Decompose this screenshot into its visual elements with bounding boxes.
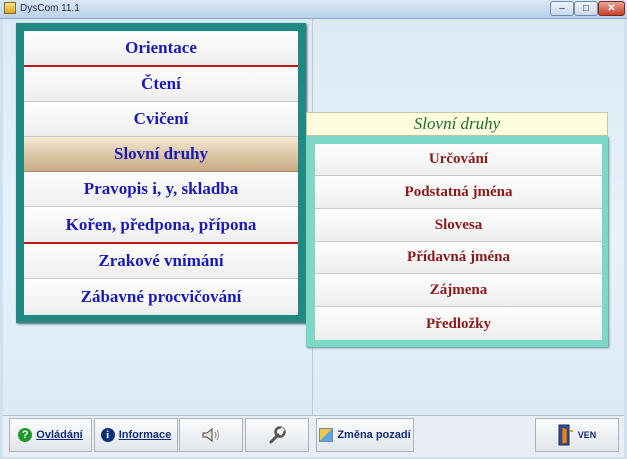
menu-item-zabavne-procvicovani[interactable]: Zábavné procvičování	[24, 279, 298, 315]
main-menu: Orientace Čtení Cvičení Slovní druhy Pra…	[16, 23, 306, 323]
app-icon	[4, 2, 16, 14]
submenu-item-pridavna-jmena[interactable]: Přídavná jména	[315, 242, 602, 274]
menu-item-cviceni[interactable]: Cvičení	[24, 102, 298, 137]
submenu-item-urcovani[interactable]: Určování	[315, 144, 602, 176]
menu-item-koren[interactable]: Kořen, předpona, přípona	[24, 207, 298, 244]
menu-item-orientace[interactable]: Orientace	[24, 31, 298, 67]
close-button[interactable]: ✕	[598, 1, 625, 16]
zmena-pozadi-label: Změna pozadí	[337, 429, 411, 441]
zmena-pozadi-button[interactable]: Změna pozadí	[316, 418, 414, 452]
bottom-toolbar: ? Ovládání i Informace Změna pozadí VEN	[3, 415, 624, 457]
window-title: DysCom 11.1	[20, 3, 80, 14]
submenu-item-podstatna-jmena[interactable]: Podstatná jména	[315, 177, 602, 209]
submenu: Určování Podstatná jména Slovesa Přídavn…	[306, 136, 608, 347]
menu-item-slovni-druhy[interactable]: Slovní druhy	[24, 137, 298, 172]
info-icon: i	[100, 428, 115, 442]
maximize-button[interactable]: □	[574, 1, 598, 16]
submenu-title: Slovní druhy	[306, 112, 608, 136]
informace-label: Informace	[118, 429, 172, 441]
title-bar: DysCom 11.1 – □ ✕	[0, 0, 627, 19]
exit-door-icon	[558, 424, 573, 446]
menu-item-zrakove-vnimani[interactable]: Zrakové vnímání	[24, 244, 298, 279]
submenu-item-predlozky[interactable]: Předložky	[315, 308, 602, 340]
submenu-item-zajmena[interactable]: Zájmena	[315, 275, 602, 307]
minimize-button[interactable]: –	[550, 1, 574, 16]
exit-button[interactable]: VEN	[535, 418, 619, 452]
question-icon: ?	[18, 428, 33, 442]
background-icon	[319, 428, 334, 442]
wrench-icon	[269, 426, 286, 444]
menu-item-pravopis[interactable]: Pravopis i, y, skladba	[24, 172, 298, 207]
exit-label: VEN	[577, 430, 597, 440]
ovladani-label: Ovládání	[36, 429, 83, 441]
submenu-item-slovesa[interactable]: Slovesa	[315, 210, 602, 242]
settings-button[interactable]	[245, 418, 309, 452]
main-menu-list: Orientace Čtení Cvičení Slovní druhy Pra…	[24, 31, 298, 315]
menu-item-cteni[interactable]: Čtení	[24, 67, 298, 102]
ovladani-button[interactable]: ? Ovládání	[9, 418, 92, 452]
informace-button[interactable]: i Informace	[94, 418, 178, 452]
sound-button[interactable]	[179, 418, 243, 452]
submenu-list: Určování Podstatná jména Slovesa Přídavn…	[315, 144, 602, 340]
speaker-icon	[202, 427, 219, 443]
